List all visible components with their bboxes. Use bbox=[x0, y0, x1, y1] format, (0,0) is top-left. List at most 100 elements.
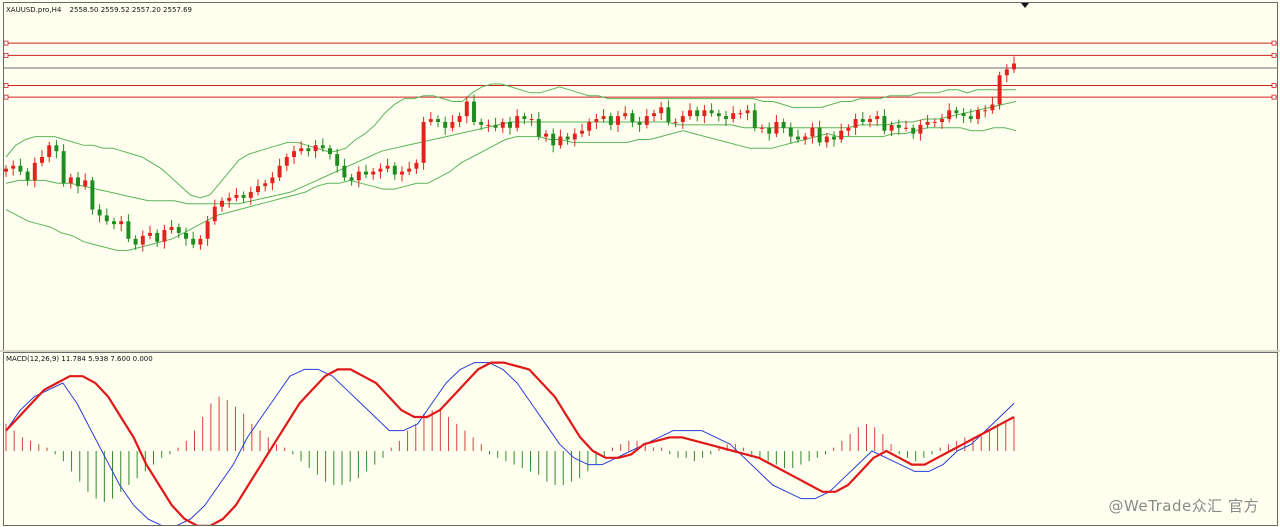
bull-candle bbox=[652, 113, 656, 117]
bear-candle bbox=[709, 110, 714, 114]
bear-candle bbox=[536, 119, 541, 137]
level-handle-right bbox=[1271, 94, 1277, 100]
bear-candle bbox=[176, 227, 181, 233]
bear-candle bbox=[551, 133, 556, 146]
price-chart-svg bbox=[4, 40, 1277, 252]
bear-candle bbox=[896, 124, 901, 128]
bull-candle bbox=[738, 113, 743, 115]
bull-candle bbox=[853, 119, 858, 128]
bear-candle bbox=[832, 136, 836, 140]
bear-candle bbox=[184, 232, 188, 239]
bear-candle bbox=[493, 124, 498, 128]
bull-candle bbox=[803, 136, 808, 140]
bull-candle bbox=[616, 116, 620, 125]
bear-candle bbox=[104, 215, 109, 222]
bull-candle bbox=[4, 168, 8, 172]
bull-candle bbox=[371, 171, 376, 175]
bear-candle bbox=[666, 107, 671, 122]
bull-candle bbox=[313, 145, 318, 152]
level-handle-left bbox=[4, 52, 9, 58]
bull-candle bbox=[824, 136, 829, 143]
bear-candle bbox=[882, 116, 887, 131]
bull-candle bbox=[119, 221, 124, 225]
bear-candle bbox=[97, 209, 102, 216]
bear-candle bbox=[781, 121, 786, 128]
bear-candle bbox=[608, 116, 613, 125]
bull-candle bbox=[623, 113, 628, 117]
macd-pane[interactable]: MACD(12,26,9) 11.784 5.938 7.600 0.000 @… bbox=[3, 352, 1278, 526]
bear-candle bbox=[342, 165, 347, 178]
bear-candle bbox=[112, 221, 116, 225]
bull-candle bbox=[572, 133, 577, 140]
bull-candle bbox=[356, 171, 361, 181]
bull-candle bbox=[673, 121, 678, 123]
bull-candle bbox=[32, 162, 37, 181]
bear-candle bbox=[191, 238, 196, 245]
bear-candle bbox=[306, 148, 311, 152]
bull-candle bbox=[68, 177, 73, 184]
macd-chart-svg bbox=[5, 361, 1015, 525]
level-handle-left bbox=[4, 83, 9, 88]
bollinger-middle-band bbox=[5, 101, 1017, 205]
bull-candle bbox=[976, 110, 980, 120]
bull-candle bbox=[248, 192, 253, 198]
bull-candle bbox=[774, 121, 779, 134]
bear-candle bbox=[472, 101, 476, 122]
symbol-caption: XAUUSD.pro,H4 2558.50 2559.52 2557.20 25… bbox=[6, 6, 192, 15]
bull-candle bbox=[212, 206, 217, 222]
bear-candle bbox=[796, 136, 800, 140]
bull-candle bbox=[644, 116, 649, 125]
bull-candle bbox=[284, 157, 289, 166]
bull-candle bbox=[378, 168, 383, 172]
bull-candle bbox=[198, 238, 203, 245]
bear-candle bbox=[911, 127, 916, 134]
bear-candle bbox=[508, 121, 512, 128]
symbol-title: XAUUSD.pro,H4 bbox=[6, 6, 62, 14]
bull-candle bbox=[688, 110, 692, 117]
bear-candle bbox=[724, 116, 728, 120]
bull-candle bbox=[515, 116, 520, 128]
bull-candle bbox=[1012, 63, 1016, 70]
bull-candle bbox=[47, 145, 52, 157]
bull-candle bbox=[457, 116, 462, 122]
bear-candle bbox=[630, 113, 635, 122]
level-handle-left bbox=[4, 40, 9, 46]
bull-candle bbox=[220, 200, 224, 207]
bear-candle bbox=[479, 121, 484, 125]
bear-candle bbox=[54, 145, 59, 152]
bear-candle bbox=[349, 177, 354, 181]
bull-candle bbox=[731, 113, 736, 120]
macd-caption: MACD(12,26,9) 11.784 5.938 7.600 0.000 bbox=[6, 355, 153, 363]
chevron-down-icon[interactable] bbox=[1021, 3, 1029, 8]
bear-candle bbox=[443, 121, 448, 128]
bear-candle bbox=[954, 110, 959, 114]
bull-candle bbox=[529, 119, 534, 121]
bear-candle bbox=[155, 232, 160, 242]
bull-candle bbox=[940, 119, 944, 122]
bull-candle bbox=[83, 180, 88, 187]
bear-candle bbox=[364, 171, 368, 175]
bollinger-upper-band bbox=[5, 83, 1016, 199]
bull-candle bbox=[702, 110, 707, 117]
bull-candle bbox=[925, 121, 930, 125]
bull-candle bbox=[889, 124, 894, 131]
bull-candle bbox=[601, 116, 606, 120]
bull-candle bbox=[270, 177, 275, 184]
bull-candle bbox=[169, 227, 174, 230]
bull-candle bbox=[400, 171, 404, 175]
bull-candle bbox=[918, 124, 923, 134]
chart-window: XAUUSD.pro,H4 2558.50 2559.52 2557.20 25… bbox=[0, 0, 1280, 527]
bear-candle bbox=[752, 110, 757, 128]
price-pane[interactable]: XAUUSD.pro,H4 2558.50 2559.52 2557.20 25… bbox=[3, 2, 1278, 352]
bear-candle bbox=[320, 145, 325, 149]
bull-candle bbox=[875, 116, 880, 120]
bull-candle bbox=[932, 121, 937, 123]
bear-candle bbox=[335, 154, 340, 166]
bull-candle bbox=[162, 230, 167, 242]
bull-candle bbox=[428, 119, 433, 122]
bull-candle bbox=[263, 183, 268, 187]
bull-candle bbox=[594, 119, 599, 122]
bull-candle bbox=[500, 121, 505, 128]
macd-line bbox=[5, 362, 1015, 525]
bull-candle bbox=[659, 107, 664, 114]
